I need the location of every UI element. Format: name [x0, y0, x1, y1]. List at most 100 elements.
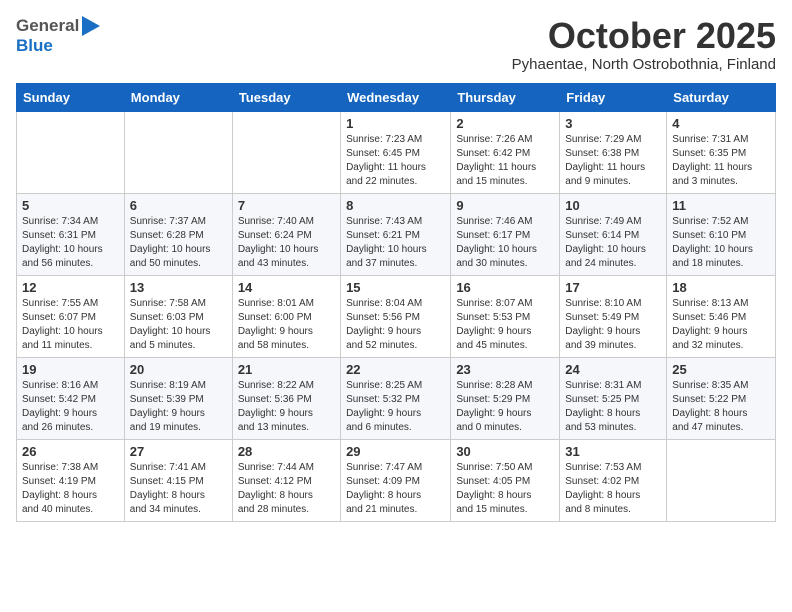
calendar-cell: 14Sunrise: 8:01 AM Sunset: 6:00 PM Dayli… [232, 275, 340, 357]
calendar-cell: 26Sunrise: 7:38 AM Sunset: 4:19 PM Dayli… [17, 439, 125, 521]
day-number: 20 [130, 362, 227, 377]
day-info: Sunrise: 7:26 AM Sunset: 6:42 PM Dayligh… [456, 133, 554, 189]
day-info: Sunrise: 7:52 AM Sunset: 6:10 PM Dayligh… [672, 215, 770, 271]
day-number: 6 [130, 198, 227, 213]
day-number: 29 [346, 444, 445, 459]
day-info: Sunrise: 7:49 AM Sunset: 6:14 PM Dayligh… [565, 215, 661, 271]
day-info: Sunrise: 8:19 AM Sunset: 5:39 PM Dayligh… [130, 379, 227, 435]
calendar-week-3: 12Sunrise: 7:55 AM Sunset: 6:07 PM Dayli… [17, 275, 776, 357]
day-info: Sunrise: 8:07 AM Sunset: 5:53 PM Dayligh… [456, 297, 554, 353]
calendar-cell: 3 Sunrise: 7:29 AM Sunset: 6:38 PM Daylig… [560, 111, 667, 193]
calendar-cell: 21 Sunrise: 8:22 AM Sunset: 5:36 PM Dayli… [232, 357, 340, 439]
day-info: Sunrise: 8:28 AM Sunset: 5:29 PM Dayligh… [456, 379, 554, 435]
logo: General Blue [16, 16, 100, 56]
day-info: Sunrise: 7:44 AM Sunset: 4:12 PM Dayligh… [238, 461, 335, 517]
calendar-cell: 5 Sunrise: 7:34 AM Sunset: 6:31 PM Daylig… [17, 193, 125, 275]
day-info: Sunrise: 7:40 AM Sunset: 6:24 PM Dayligh… [238, 215, 335, 271]
day-number: 13 [130, 280, 227, 295]
day-number: 11 [672, 198, 770, 213]
day-info: Sunrise: 7:53 AM Sunset: 4:02 PM Dayligh… [565, 461, 661, 517]
weekday-header-thursday: Thursday [451, 83, 560, 111]
day-info: Sunrise: 7:43 AM Sunset: 6:21 PM Dayligh… [346, 215, 445, 271]
calendar-cell: 28 Sunrise: 7:44 AM Sunset: 4:12 PM Dayli… [232, 439, 340, 521]
day-number: 23 [456, 362, 554, 377]
page-header: General Blue October 2025 Pyhaentae, Nor… [16, 16, 776, 73]
calendar-cell: 2 Sunrise: 7:26 AM Sunset: 6:42 PM Daylig… [451, 111, 560, 193]
day-number: 22 [346, 362, 445, 377]
calendar-cell [232, 111, 340, 193]
day-info: Sunrise: 7:34 AM Sunset: 6:31 PM Dayligh… [22, 215, 119, 271]
day-number: 25 [672, 362, 770, 377]
calendar-week-5: 26Sunrise: 7:38 AM Sunset: 4:19 PM Dayli… [17, 439, 776, 521]
day-number: 16 [456, 280, 554, 295]
calendar-cell: 29 Sunrise: 7:47 AM Sunset: 4:09 PM Dayli… [341, 439, 451, 521]
calendar-week-4: 19Sunrise: 8:16 AM Sunset: 5:42 PM Dayli… [17, 357, 776, 439]
day-number: 19 [22, 362, 119, 377]
calendar-cell [124, 111, 232, 193]
calendar-cell: 13 Sunrise: 7:58 AM Sunset: 6:03 PM Dayli… [124, 275, 232, 357]
calendar-cell: 18 Sunrise: 8:13 AM Sunset: 5:46 PM Dayli… [667, 275, 776, 357]
day-number: 9 [456, 198, 554, 213]
calendar-cell: 15 Sunrise: 8:04 AM Sunset: 5:56 PM Dayli… [341, 275, 451, 357]
month-title: October 2025 [512, 16, 776, 56]
day-info: Sunrise: 7:31 AM Sunset: 6:35 PM Dayligh… [672, 133, 770, 189]
day-number: 31 [565, 444, 661, 459]
day-number: 4 [672, 116, 770, 131]
calendar-cell: 16 Sunrise: 8:07 AM Sunset: 5:53 PM Dayli… [451, 275, 560, 357]
day-number: 2 [456, 116, 554, 131]
calendar-cell: 20 Sunrise: 8:19 AM Sunset: 5:39 PM Dayli… [124, 357, 232, 439]
calendar-cell: 23 Sunrise: 8:28 AM Sunset: 5:29 PM Dayli… [451, 357, 560, 439]
calendar-cell: 6 Sunrise: 7:37 AM Sunset: 6:28 PM Daylig… [124, 193, 232, 275]
day-info: Sunrise: 7:23 AM Sunset: 6:45 PM Dayligh… [346, 133, 445, 189]
day-number: 30 [456, 444, 554, 459]
day-info: Sunrise: 8:04 AM Sunset: 5:56 PM Dayligh… [346, 297, 445, 353]
weekday-header-wednesday: Wednesday [341, 83, 451, 111]
day-info: Sunrise: 8:13 AM Sunset: 5:46 PM Dayligh… [672, 297, 770, 353]
day-number: 3 [565, 116, 661, 131]
weekday-header-saturday: Saturday [667, 83, 776, 111]
calendar-header-row: SundayMondayTuesdayWednesdayThursdayFrid… [17, 83, 776, 111]
day-number: 24 [565, 362, 661, 377]
logo-general: General [16, 16, 79, 36]
day-number: 8 [346, 198, 445, 213]
calendar-cell [667, 439, 776, 521]
day-number: 18 [672, 280, 770, 295]
calendar-cell: 7Sunrise: 7:40 AM Sunset: 6:24 PM Daylig… [232, 193, 340, 275]
day-info: Sunrise: 7:46 AM Sunset: 6:17 PM Dayligh… [456, 215, 554, 271]
calendar-cell: 4 Sunrise: 7:31 AM Sunset: 6:35 PM Daylig… [667, 111, 776, 193]
calendar-cell: 1 Sunrise: 7:23 AM Sunset: 6:45 PM Daylig… [341, 111, 451, 193]
day-number: 26 [22, 444, 119, 459]
calendar-cell: 27Sunrise: 7:41 AM Sunset: 4:15 PM Dayli… [124, 439, 232, 521]
calendar-week-1: 1 Sunrise: 7:23 AM Sunset: 6:45 PM Daylig… [17, 111, 776, 193]
day-info: Sunrise: 7:37 AM Sunset: 6:28 PM Dayligh… [130, 215, 227, 271]
day-info: Sunrise: 7:47 AM Sunset: 4:09 PM Dayligh… [346, 461, 445, 517]
logo-arrow-icon [82, 16, 100, 36]
calendar-cell: 24Sunrise: 8:31 AM Sunset: 5:25 PM Dayli… [560, 357, 667, 439]
weekday-header-sunday: Sunday [17, 83, 125, 111]
day-info: Sunrise: 7:58 AM Sunset: 6:03 PM Dayligh… [130, 297, 227, 353]
title-area: October 2025 Pyhaentae, North Ostrobothn… [512, 16, 776, 73]
day-number: 14 [238, 280, 335, 295]
day-number: 17 [565, 280, 661, 295]
weekday-header-monday: Monday [124, 83, 232, 111]
calendar-table: SundayMondayTuesdayWednesdayThursdayFrid… [16, 83, 776, 522]
day-info: Sunrise: 8:25 AM Sunset: 5:32 PM Dayligh… [346, 379, 445, 435]
day-number: 21 [238, 362, 335, 377]
calendar-cell: 8 Sunrise: 7:43 AM Sunset: 6:21 PM Daylig… [341, 193, 451, 275]
day-info: Sunrise: 8:10 AM Sunset: 5:49 PM Dayligh… [565, 297, 661, 353]
calendar-cell: 11 Sunrise: 7:52 AM Sunset: 6:10 PM Dayli… [667, 193, 776, 275]
calendar-cell: 31 Sunrise: 7:53 AM Sunset: 4:02 PM Dayli… [560, 439, 667, 521]
calendar-week-2: 5 Sunrise: 7:34 AM Sunset: 6:31 PM Daylig… [17, 193, 776, 275]
day-number: 28 [238, 444, 335, 459]
day-number: 1 [346, 116, 445, 131]
day-number: 15 [346, 280, 445, 295]
calendar-cell: 17 Sunrise: 8:10 AM Sunset: 5:49 PM Dayli… [560, 275, 667, 357]
day-number: 5 [22, 198, 119, 213]
calendar-cell: 9 Sunrise: 7:46 AM Sunset: 6:17 PM Daylig… [451, 193, 560, 275]
calendar-cell: 19Sunrise: 8:16 AM Sunset: 5:42 PM Dayli… [17, 357, 125, 439]
day-info: Sunrise: 7:29 AM Sunset: 6:38 PM Dayligh… [565, 133, 661, 189]
day-info: Sunrise: 8:22 AM Sunset: 5:36 PM Dayligh… [238, 379, 335, 435]
weekday-header-tuesday: Tuesday [232, 83, 340, 111]
location: Pyhaentae, North Ostrobothnia, Finland [512, 56, 776, 73]
day-number: 10 [565, 198, 661, 213]
